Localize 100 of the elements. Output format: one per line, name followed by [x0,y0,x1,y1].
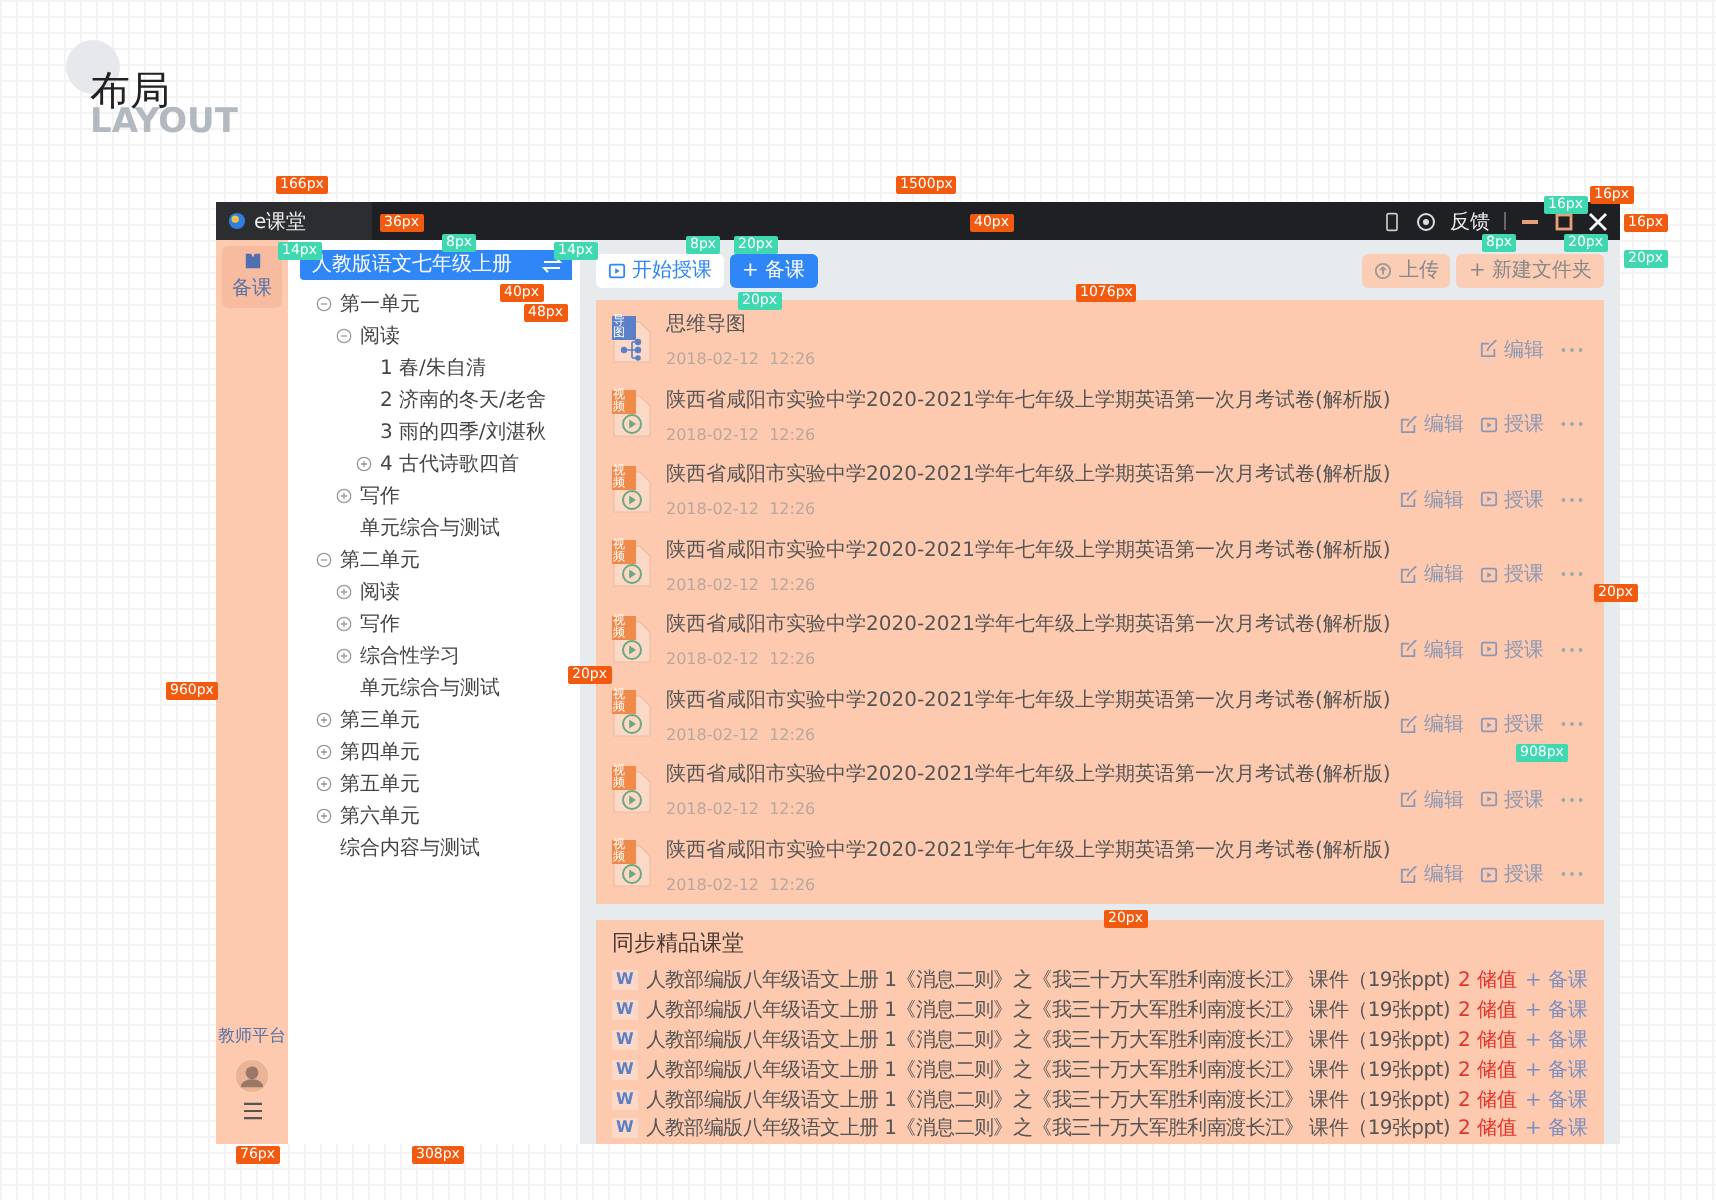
course-title[interactable]: 人教部编版八年级语文上册 1《消息二则》之《我三十万大军胜利南渡长江》 课件（19张ppt) [645,1085,1450,1114]
play-screen-icon [1480,865,1498,884]
play-screen-icon [1480,415,1498,434]
avatar-icon[interactable] [236,1060,268,1092]
tree-item[interactable]: 第一单元 [340,290,420,318]
platform-link[interactable]: 教师平台 [218,1024,286,1048]
edit-icon [1400,565,1418,584]
more-icon[interactable] [1560,720,1584,729]
word-doc-icon: W [612,1059,638,1080]
edit-icon [1480,340,1498,359]
word-doc-icon: W [612,970,638,991]
start-class-button[interactable]: 开始授课 [596,253,724,287]
tree-item[interactable]: 第六单元 [340,802,420,830]
close-icon[interactable] [1588,211,1608,231]
file-date: 2018-02-12 12:26 [666,875,818,894]
more-icon[interactable] [1560,420,1584,429]
file-name[interactable]: 陕西省咸阳市实验中学2020-2021学年七年级上学期英语第一次月考试卷(解析版) [666,460,1386,489]
edit-icon [1400,715,1418,734]
file-date: 2018-02-12 12:26 [666,800,818,819]
file-date: 2018-02-12 12:26 [666,575,818,594]
price-label: 2 储值 [1458,967,1518,995]
price-label: 2 储值 [1458,1057,1518,1084]
file-date: 2018-02-12 12:26 [666,650,818,669]
file-date: 2018-02-12 12:26 [666,350,816,369]
feedback-button[interactable]: 反馈 [1450,207,1490,235]
menu-icon[interactable] [241,1102,263,1120]
course-title[interactable]: 人教部编版八年级语文上册 1《消息二则》之《我三十万大军胜利南渡长江》 课件（19张ppt) [645,1114,1450,1143]
expand-icon[interactable] [336,648,352,664]
file-name[interactable]: 陕西省咸阳市实验中学2020-2021学年七年级上学期英语第一次月考试卷(解析版) [666,685,1386,714]
tree-item[interactable]: 第四单元 [340,738,420,766]
file-name[interactable]: 陕西省咸阳市实验中学2020-2021学年七年级上学期英语第一次月考试卷(解析版) [666,535,1386,564]
course-title[interactable]: 人教部编版八年级语文上册 1《消息二则》之《我三十万大军胜利南渡长江》 课件（19张ppt) [645,966,1450,995]
word-doc-icon: W [612,1089,638,1110]
expand-icon[interactable] [316,776,332,792]
edit-icon [1400,415,1418,434]
tree-item[interactable]: 综合性学习 [360,642,460,670]
file-name[interactable]: 陕西省咸阳市实验中学2020-2021学年七年级上学期英语第一次月考试卷(解析版) [666,610,1386,639]
collapse-icon[interactable] [336,328,352,344]
tree-item[interactable]: 2 济南的冬天/老舍 [380,386,546,414]
tree-item[interactable]: 第三单元 [340,706,420,734]
maximize-icon[interactable] [1554,211,1574,231]
play-screen-icon [1480,490,1498,509]
tree-item[interactable]: 单元综合与测试 [360,514,500,542]
file-date: 2018-02-12 12:26 [666,725,818,744]
edit-icon [1400,490,1418,509]
rail-item[interactable]: 备课 [222,246,282,308]
play-screen-icon [608,261,626,279]
file-name[interactable]: 陕西省咸阳市实验中学2020-2021学年七年级上学期英语第一次月考试卷(解析版) [666,385,1386,414]
tree-item[interactable]: 第二单元 [340,546,420,574]
word-doc-icon: W [612,1000,638,1021]
tree-item[interactable]: 综合内容与测试 [340,834,480,862]
app-tab[interactable]: e课堂 [216,202,372,240]
edit-icon [1400,640,1418,659]
more-icon[interactable] [1560,645,1584,654]
help-icon[interactable] [1416,211,1436,231]
course-title[interactable]: 人教部编版八年级语文上册 1《消息二则》之《我三十万大军胜利南渡长江》 课件（19张ppt) [645,1025,1450,1054]
play-screen-icon [1480,790,1498,809]
more-icon[interactable] [1560,870,1584,879]
phone-icon[interactable] [1382,211,1402,231]
course-title[interactable]: 人教部编版八年级语文上册 1《消息二则》之《我三十万大军胜利南渡长江》 课件（19张ppt) [645,996,1450,1025]
tree-item[interactable]: 写作 [360,482,400,510]
edit-icon [1400,790,1418,809]
file-name[interactable]: 思维导图 [666,310,816,339]
course-title[interactable]: 人教部编版八年级语文上册 1《消息二则》之《我三十万大军胜利南渡长江》 课件（19张ppt) [645,1055,1450,1084]
more-icon[interactable] [1560,570,1584,579]
more-icon[interactable] [1560,345,1584,354]
logo-icon [228,212,246,230]
file-name[interactable]: 陕西省咸阳市实验中学2020-2021学年七年级上学期英语第一次月考试卷(解析版) [666,835,1386,864]
tree-item[interactable]: 第五单元 [340,770,420,798]
price-label: 2 储值 [1458,1027,1518,1054]
prepare-button[interactable]: + 备课 [730,253,818,287]
price-label: 2 储值 [1458,1087,1518,1114]
tree-item[interactable]: 4 古代诗歌四首 [380,450,520,478]
more-icon[interactable] [1560,495,1584,504]
more-icon[interactable] [1560,795,1584,804]
tree-item[interactable]: 3 雨的四季/刘湛秋 [380,418,546,446]
file-date: 2018-02-12 12:26 [666,500,818,519]
expand-icon[interactable] [316,712,332,728]
expand-icon[interactable] [356,456,372,472]
price-label: 2 储值 [1458,997,1518,1025]
expand-icon[interactable] [336,488,352,504]
file-name[interactable]: 陕西省咸阳市实验中学2020-2021学年七年级上学期英语第一次月考试卷(解析版) [666,760,1386,789]
price-label: 2 储值 [1458,1115,1518,1143]
play-screen-icon [1480,640,1498,659]
collapse-icon[interactable] [316,296,332,312]
expand-icon[interactable] [316,808,332,824]
tree-item[interactable]: 阅读 [360,578,400,606]
tree-item[interactable]: 单元综合与测试 [360,674,500,702]
section-title: 同步精品课堂 [612,928,746,958]
tree-item[interactable]: 1 春/朱自清 [380,354,486,382]
expand-icon[interactable] [336,616,352,632]
collapse-icon[interactable] [316,552,332,568]
expand-icon[interactable] [336,584,352,600]
tree-item[interactable]: 写作 [360,610,400,638]
word-doc-icon: W [612,1029,638,1050]
expand-icon[interactable] [316,744,332,760]
tree-item[interactable]: 阅读 [360,322,400,350]
edit-icon [1400,865,1418,884]
book-icon [243,252,261,270]
upload-icon [1374,261,1393,279]
